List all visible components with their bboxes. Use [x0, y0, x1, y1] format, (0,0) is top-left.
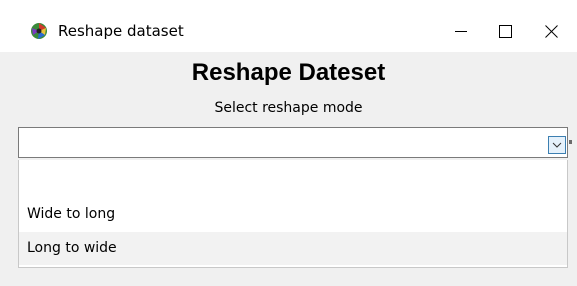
close-icon: [544, 24, 558, 38]
dropdown-option-long-to-wide[interactable]: Long to wide: [19, 232, 567, 265]
window-title: Reshape dataset: [58, 22, 184, 40]
minimize-icon: [455, 31, 467, 32]
maximize-button[interactable]: [482, 14, 528, 48]
app-icon: [30, 22, 48, 40]
close-button[interactable]: [528, 14, 574, 48]
dropdown-list: Wide to long Long to wide: [18, 160, 568, 268]
maximize-icon: [498, 24, 512, 38]
dropdown-bottom-border: [18, 267, 568, 268]
dropdown-toggle-button[interactable]: [548, 136, 566, 154]
focus-indicator: [569, 140, 572, 144]
dropdown-option-empty[interactable]: [19, 166, 567, 198]
minimize-button[interactable]: [438, 14, 484, 48]
reshape-mode-select[interactable]: [18, 127, 568, 158]
reshape-dataset-window: Reshape dataset Reshape Dateset Select r…: [0, 0, 577, 286]
chevron-down-icon: [552, 142, 562, 148]
dropdown-option-wide-to-long[interactable]: Wide to long: [19, 198, 567, 230]
page-subtitle: Select reshape mode: [214, 100, 363, 116]
title-bar[interactable]: Reshape dataset: [0, 0, 577, 52]
page-title: Reshape Dateset: [191, 59, 386, 86]
